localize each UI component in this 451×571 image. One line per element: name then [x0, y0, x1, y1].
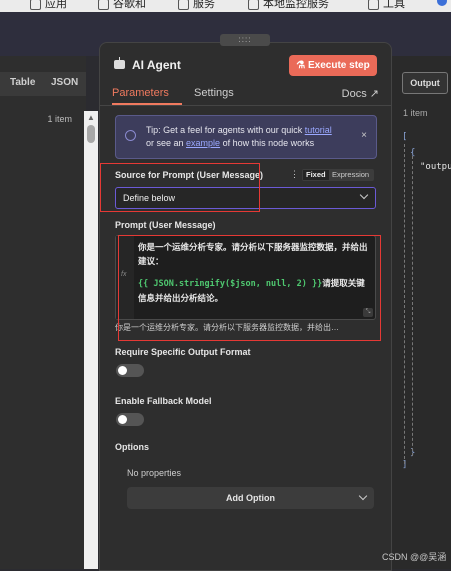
- docs-link[interactable]: Docs ↗: [342, 87, 379, 100]
- json-line: "output: [420, 162, 451, 172]
- tab-json[interactable]: JSON: [51, 77, 78, 88]
- fallback-model-label: Enable Fallback Model: [115, 396, 212, 406]
- bookmark-label: 工具: [383, 0, 405, 10]
- tip-text-part: or see an: [146, 138, 187, 148]
- node-title[interactable]: AI Agent: [132, 58, 181, 72]
- json-line: {: [410, 148, 416, 158]
- indent-guide: [412, 156, 413, 456]
- panel-drag-handle[interactable]: ::::: [220, 34, 270, 46]
- bookmark-item[interactable]: 应用: [30, 0, 67, 11]
- example-link[interactable]: example: [186, 138, 220, 148]
- execute-step-label: Execute step: [308, 60, 370, 71]
- info-icon: [125, 130, 136, 141]
- input-pane: Table JSON 1 item: [0, 56, 86, 569]
- bookmark-label: 谷歌和: [113, 0, 146, 10]
- add-option-button[interactable]: Add Option: [127, 487, 374, 509]
- scrollbar-thumb[interactable]: [87, 125, 95, 143]
- output-item-count: 1 item: [403, 108, 428, 118]
- json-line: }: [410, 448, 416, 458]
- bookmark-item[interactable]: 工具: [368, 0, 405, 11]
- tip-text-part: Tip: Get a feel for agents with our quic…: [146, 125, 305, 135]
- require-output-label: Require Specific Output Format: [115, 347, 251, 357]
- more-options-icon[interactable]: ⋮: [290, 169, 299, 180]
- require-output-toggle[interactable]: [116, 364, 144, 377]
- toggle-expression[interactable]: Expression: [332, 170, 369, 180]
- chevron-down-icon: [359, 190, 369, 200]
- tip-callout: Tip: Get a feel for agents with our quic…: [115, 115, 377, 159]
- output-pane: Output 1 item [ { "output } ]: [390, 56, 451, 569]
- bookmark-item[interactable]: 本地监控服务: [248, 0, 329, 11]
- bookmark-label: 服务: [193, 0, 215, 10]
- tutorial-link[interactable]: tutorial: [305, 125, 332, 135]
- external-link-icon: ↗: [369, 88, 379, 100]
- tab-settings[interactable]: Settings: [194, 87, 234, 99]
- tip-text: Tip: Get a feel for agents with our quic…: [146, 124, 356, 150]
- json-line: ]: [402, 460, 408, 470]
- annotation-box: [100, 163, 260, 212]
- watermark: CSDN @@吴涵: [382, 552, 447, 562]
- bookmark-label: 应用: [45, 0, 67, 10]
- execute-step-button[interactable]: ⚗ Execute step: [289, 55, 377, 76]
- flask-icon: ⚗: [296, 60, 306, 71]
- output-button[interactable]: Output: [402, 72, 448, 94]
- input-item-count: 1 item: [47, 114, 72, 124]
- tab-parameters[interactable]: Parameters: [112, 87, 169, 99]
- tip-text-part: of how this node works: [220, 138, 315, 148]
- json-line: [: [402, 132, 408, 142]
- bookmark-label: 本地监控服务: [263, 0, 329, 10]
- bookmark-item[interactable]: 服务: [178, 0, 215, 11]
- robot-icon: [114, 57, 125, 69]
- browser-extension-icon[interactable]: [437, 0, 447, 6]
- indent-guide: [404, 144, 405, 464]
- docs-label: Docs: [341, 88, 367, 100]
- output-json: [ { "output } ]: [402, 132, 451, 470]
- input-scrollbar[interactable]: ▲: [84, 111, 98, 569]
- tabs-divider: [100, 105, 391, 106]
- bookmarks-bar: 应用 谷歌和 服务 本地监控服务 工具: [0, 0, 451, 12]
- fixed-expression-toggle[interactable]: Fixed Expression: [302, 169, 374, 181]
- no-properties-text: No properties: [127, 468, 182, 478]
- prompt-label: Prompt (User Message): [115, 220, 216, 230]
- toggle-fixed[interactable]: Fixed: [303, 170, 329, 180]
- options-label: Options: [115, 442, 149, 452]
- close-icon[interactable]: ×: [361, 130, 367, 141]
- scroll-up-icon[interactable]: ▲: [87, 113, 95, 122]
- fallback-model-toggle[interactable]: [116, 413, 144, 426]
- annotation-box: [118, 235, 381, 341]
- tab-table[interactable]: Table: [10, 77, 35, 88]
- bookmark-item[interactable]: 谷歌和: [98, 0, 146, 11]
- add-option-label: Add Option: [226, 493, 275, 503]
